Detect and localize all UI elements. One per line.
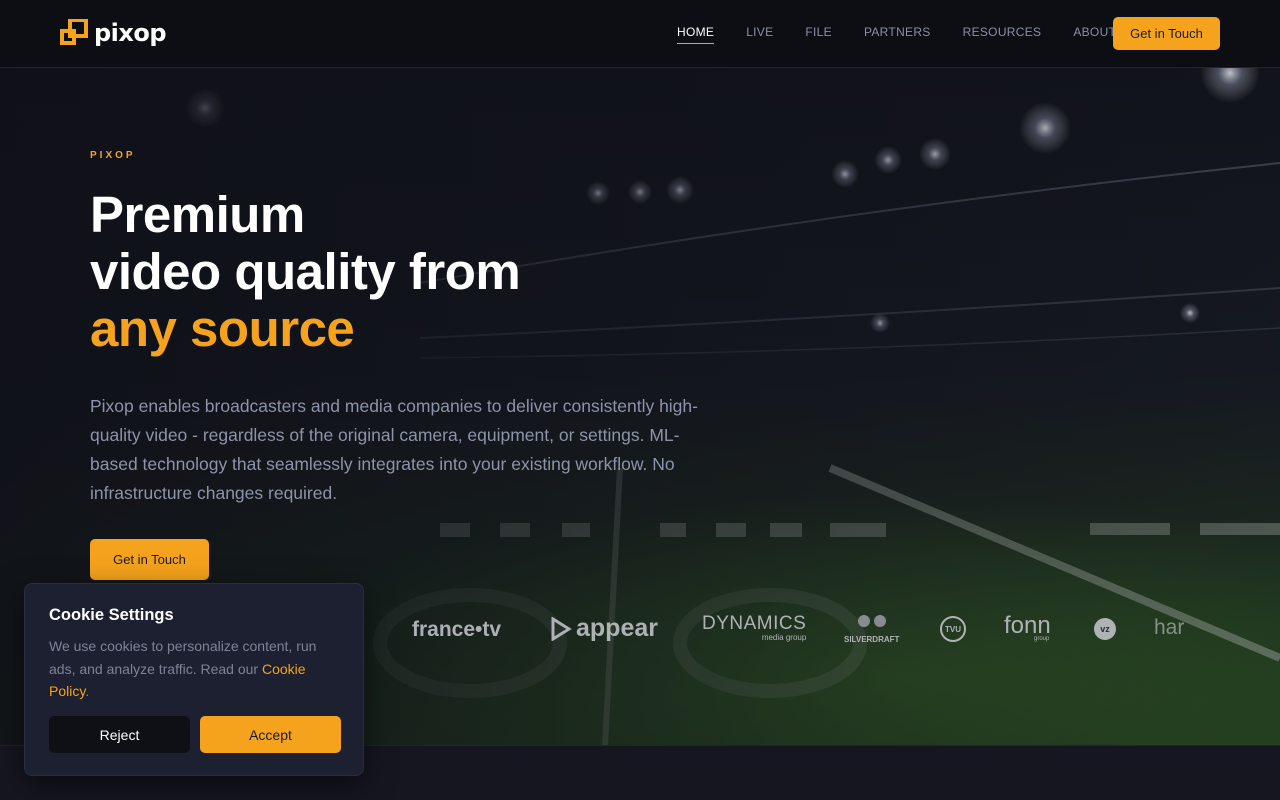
dynamics-logo-text: DYNAMICS xyxy=(702,613,807,634)
nav-file[interactable]: FILE xyxy=(805,25,832,44)
france-tv-logo: france•tv xyxy=(412,618,502,641)
silverdraft-logo-text: SILVERDRAFT xyxy=(844,635,900,644)
appear-logo-text: appear xyxy=(576,614,658,642)
hero-headline: Premium video quality from any source xyxy=(90,186,521,357)
headline-line-1: Premium xyxy=(90,186,305,243)
cookie-text-end: . xyxy=(85,683,90,699)
headline-line-2: video quality from xyxy=(90,243,521,300)
silverdraft-spheres-icon xyxy=(857,615,886,627)
hero-description: Pixop enables broadcasters and media com… xyxy=(90,396,698,503)
appear-logo: appear xyxy=(550,614,658,643)
logo-text: pixop xyxy=(94,19,167,47)
header-get-in-touch-button[interactable]: Get in Touch xyxy=(1113,17,1220,50)
fonn-group-logo: fonn group xyxy=(1004,612,1051,642)
fonn-logo-sub: group xyxy=(1034,636,1050,642)
cookie-buttons: Reject Accept xyxy=(49,716,341,753)
nav-live[interactable]: LIVE xyxy=(746,25,773,44)
site-header: pixop HOME LIVE FILE PARTNERS RESOURCES … xyxy=(0,0,1280,68)
main-nav: HOME LIVE FILE PARTNERS RESOURCES ABOUT xyxy=(677,25,1116,44)
nav-resources[interactable]: RESOURCES xyxy=(963,25,1042,44)
cookie-title: Cookie Settings xyxy=(49,606,174,624)
nav-home[interactable]: HOME xyxy=(677,25,715,44)
cookie-text: We use cookies to personalize content, r… xyxy=(49,635,339,703)
pixop-logo-icon xyxy=(60,18,88,47)
hero-eyebrow: PIXOP xyxy=(90,150,136,161)
accept-button[interactable]: Accept xyxy=(200,716,341,753)
reject-button[interactable]: Reject xyxy=(49,716,190,753)
pixop-logo[interactable]: pixop xyxy=(60,18,167,47)
hero-get-in-touch-button[interactable]: Get in Touch xyxy=(90,539,209,580)
headline-accent: any source xyxy=(90,300,355,357)
dynamics-media-group-logo: DYNAMICS media group xyxy=(702,613,806,642)
cookie-settings-dialog: Cookie Settings We use cookies to person… xyxy=(24,583,364,776)
appear-play-icon xyxy=(551,616,572,641)
tvu-logo: TVU xyxy=(940,616,966,642)
harmonic-logo: har xyxy=(1154,616,1185,639)
nav-about[interactable]: ABOUT xyxy=(1073,25,1116,44)
nav-partners[interactable]: PARTNERS xyxy=(864,25,931,44)
silverdraft-logo: SILVERDRAFT xyxy=(844,612,899,644)
vz-logo: vz xyxy=(1094,618,1116,640)
